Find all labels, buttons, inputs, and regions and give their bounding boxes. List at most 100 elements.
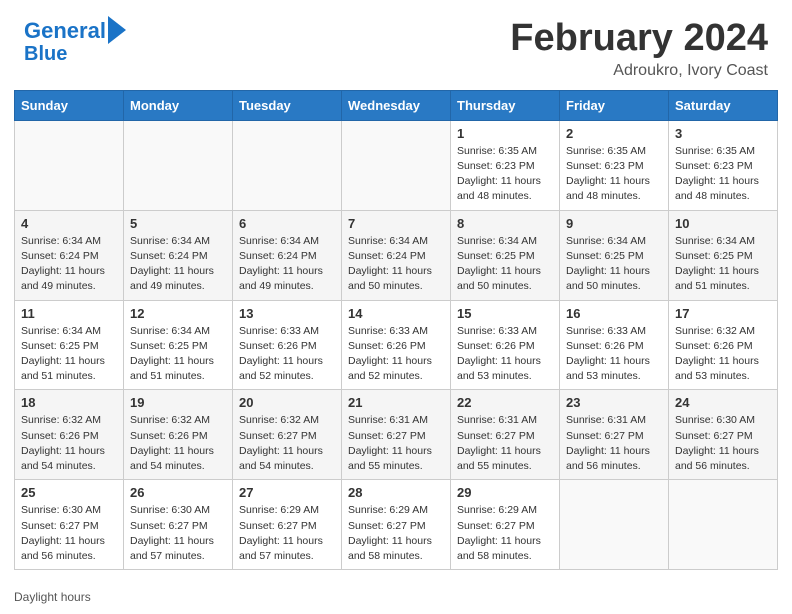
day-number: 25 <box>21 485 117 500</box>
day-info: Sunrise: 6:33 AMSunset: 6:26 PMDaylight:… <box>348 324 444 385</box>
calendar-cell <box>233 120 342 210</box>
calendar-cell: 22Sunrise: 6:31 AMSunset: 6:27 PMDayligh… <box>451 390 560 480</box>
day-info: Sunrise: 6:29 AMSunset: 6:27 PMDaylight:… <box>348 503 444 564</box>
day-number: 8 <box>457 216 553 231</box>
day-number: 14 <box>348 306 444 321</box>
day-info: Sunrise: 6:30 AMSunset: 6:27 PMDaylight:… <box>675 413 771 474</box>
calendar-day-header: Monday <box>124 90 233 120</box>
day-number: 19 <box>130 395 226 410</box>
calendar-cell: 16 Sunrise: 6:33 AMSunset: 6:26 PMDayligh… <box>560 300 669 390</box>
calendar-day-header: Thursday <box>451 90 560 120</box>
day-number: 26 <box>130 485 226 500</box>
calendar-cell <box>560 480 669 570</box>
day-info: Sunrise: 6:32 AMSunset: 6:26 PMDaylight:… <box>675 324 771 385</box>
calendar-day-header: Sunday <box>15 90 124 120</box>
day-number: 12 <box>130 306 226 321</box>
calendar-day-header: Tuesday <box>233 90 342 120</box>
day-number: 28 <box>348 485 444 500</box>
calendar-cell: 11 Sunrise: 6:34 AMSunset: 6:25 PMDayligh… <box>15 300 124 390</box>
calendar-cell: 27 Sunrise: 6:29 AMSunset: 6:27 PMDayligh… <box>233 480 342 570</box>
calendar-cell: 7Sunrise: 6:34 AMSunset: 6:24 PMDaylight… <box>342 210 451 300</box>
day-number: 10 <box>675 216 771 231</box>
calendar-cell <box>124 120 233 210</box>
day-info: Sunrise: 6:34 AMSunset: 6:24 PMDaylight:… <box>21 234 117 295</box>
calendar-cell: 9 Sunrise: 6:34 AMSunset: 6:25 PMDaylight… <box>560 210 669 300</box>
page-header: General Blue February 2024 Adroukro, Ivo… <box>0 0 792 90</box>
calendar-cell: 21 Sunrise: 6:31 AMSunset: 6:27 PMDayligh… <box>342 390 451 480</box>
day-number: 23 <box>566 395 662 410</box>
calendar-week-row: 1Sunrise: 6:35 AMSunset: 6:23 PMDaylight… <box>15 120 778 210</box>
calendar-cell: 13 Sunrise: 6:33 AMSunset: 6:26 PMDayligh… <box>233 300 342 390</box>
day-info: Sunrise: 6:34 AMSunset: 6:25 PMDaylight:… <box>21 324 117 385</box>
calendar-container: SundayMondayTuesdayWednesdayThursdayFrid… <box>0 90 792 584</box>
calendar-cell: 19 Sunrise: 6:32 AMSunset: 6:26 PMDayligh… <box>124 390 233 480</box>
day-info: Sunrise: 6:35 AMSunset: 6:23 PMDaylight:… <box>675 144 771 205</box>
day-info: Sunrise: 6:34 AMSunset: 6:24 PMDaylight:… <box>130 234 226 295</box>
calendar-header-row: SundayMondayTuesdayWednesdayThursdayFrid… <box>15 90 778 120</box>
day-number: 24 <box>675 395 771 410</box>
calendar-cell: 6Sunrise: 6:34 AMSunset: 6:24 PMDaylight… <box>233 210 342 300</box>
day-info: Sunrise: 6:31 AMSunset: 6:27 PMDaylight:… <box>348 413 444 474</box>
calendar-cell: 20 Sunrise: 6:32 AMSunset: 6:27 PMDayligh… <box>233 390 342 480</box>
day-number: 13 <box>239 306 335 321</box>
day-info: Sunrise: 6:34 AMSunset: 6:25 PMDaylight:… <box>130 324 226 385</box>
calendar-cell: 2 Sunrise: 6:35 AMSunset: 6:23 PMDaylight… <box>560 120 669 210</box>
day-number: 11 <box>21 306 117 321</box>
day-info: Sunrise: 6:32 AMSunset: 6:27 PMDaylight:… <box>239 413 335 474</box>
calendar-cell: 25 Sunrise: 6:30 AMSunset: 6:27 PMDayligh… <box>15 480 124 570</box>
day-info: Sunrise: 6:30 AMSunset: 6:27 PMDaylight:… <box>21 503 117 564</box>
calendar-cell <box>342 120 451 210</box>
calendar-cell: 8Sunrise: 6:34 AMSunset: 6:25 PMDaylight… <box>451 210 560 300</box>
calendar-table: SundayMondayTuesdayWednesdayThursdayFrid… <box>14 90 778 570</box>
day-info: Sunrise: 6:35 AMSunset: 6:23 PMDaylight:… <box>457 144 553 205</box>
day-number: 6 <box>239 216 335 231</box>
calendar-cell: 10 Sunrise: 6:34 AMSunset: 6:25 PMDayligh… <box>669 210 778 300</box>
logo: General Blue <box>24 18 126 64</box>
day-number: 20 <box>239 395 335 410</box>
day-info: Sunrise: 6:33 AMSunset: 6:26 PMDaylight:… <box>566 324 662 385</box>
day-number: 16 <box>566 306 662 321</box>
calendar-cell: 26 Sunrise: 6:30 AMSunset: 6:27 PMDayligh… <box>124 480 233 570</box>
day-info: Sunrise: 6:35 AMSunset: 6:23 PMDaylight:… <box>566 144 662 205</box>
day-info: Sunrise: 6:32 AMSunset: 6:26 PMDaylight:… <box>130 413 226 474</box>
calendar-cell: 5 Sunrise: 6:34 AMSunset: 6:24 PMDaylight… <box>124 210 233 300</box>
main-title: February 2024 <box>510 18 768 60</box>
calendar-cell <box>15 120 124 210</box>
day-number: 9 <box>566 216 662 231</box>
day-number: 17 <box>675 306 771 321</box>
day-info: Sunrise: 6:29 AMSunset: 6:27 PMDaylight:… <box>239 503 335 564</box>
subtitle: Adroukro, Ivory Coast <box>510 62 768 80</box>
day-number: 5 <box>130 216 226 231</box>
calendar-week-row: 11 Sunrise: 6:34 AMSunset: 6:25 PMDayligh… <box>15 300 778 390</box>
title-block: February 2024 Adroukro, Ivory Coast <box>510 18 768 80</box>
day-info: Sunrise: 6:34 AMSunset: 6:25 PMDaylight:… <box>566 234 662 295</box>
day-number: 4 <box>21 216 117 231</box>
day-info: Sunrise: 6:31 AMSunset: 6:27 PMDaylight:… <box>566 413 662 474</box>
calendar-week-row: 25 Sunrise: 6:30 AMSunset: 6:27 PMDayligh… <box>15 480 778 570</box>
calendar-cell: 4 Sunrise: 6:34 AMSunset: 6:24 PMDaylight… <box>15 210 124 300</box>
footer-note-text: Daylight hours <box>14 590 91 604</box>
calendar-cell: 18Sunrise: 6:32 AMSunset: 6:26 PMDayligh… <box>15 390 124 480</box>
day-number: 27 <box>239 485 335 500</box>
calendar-week-row: 18 Sunrise: 6:32 AMSunset: 6:26 PMDayligh… <box>15 390 778 480</box>
calendar-cell: 12 Sunrise: 6:34 AMSunset: 6:25 PMDayligh… <box>124 300 233 390</box>
day-info: Sunrise: 6:29 AMSunset: 6:27 PMDaylight:… <box>457 503 553 564</box>
calendar-day-header: Saturday <box>669 90 778 120</box>
calendar-day-header: Friday <box>560 90 669 120</box>
day-info: Sunrise: 6:34 AMSunset: 6:25 PMDaylight:… <box>675 234 771 295</box>
day-number: 18 <box>21 395 117 410</box>
calendar-cell: 29Sunrise: 6:29 AMSunset: 6:27 PMDayligh… <box>451 480 560 570</box>
calendar-day-header: Wednesday <box>342 90 451 120</box>
calendar-cell: 17 Sunrise: 6:32 AMSunset: 6:26 PMDayligh… <box>669 300 778 390</box>
logo-text2: Blue <box>24 44 67 64</box>
day-info: Sunrise: 6:30 AMSunset: 6:27 PMDaylight:… <box>130 503 226 564</box>
day-number: 22 <box>457 395 553 410</box>
day-number: 7 <box>348 216 444 231</box>
day-number: 15 <box>457 306 553 321</box>
day-number: 2 <box>566 126 662 141</box>
calendar-cell: 23 Sunrise: 6:31 AMSunset: 6:27 PMDayligh… <box>560 390 669 480</box>
day-number: 21 <box>348 395 444 410</box>
day-info: Sunrise: 6:33 AMSunset: 6:26 PMDaylight:… <box>457 324 553 385</box>
day-info: Sunrise: 6:33 AMSunset: 6:26 PMDaylight:… <box>239 324 335 385</box>
calendar-cell: 28 Sunrise: 6:29 AMSunset: 6:27 PMDayligh… <box>342 480 451 570</box>
